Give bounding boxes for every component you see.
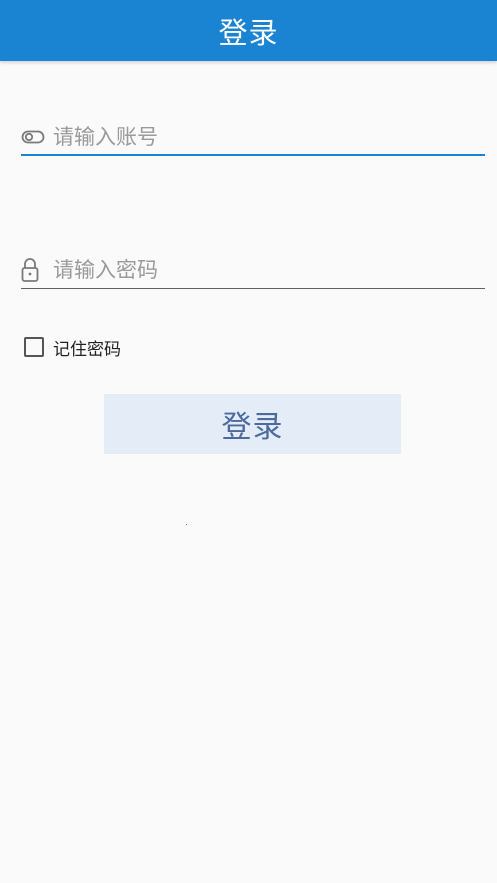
app-bar: 登录 [0,0,497,61]
password-field[interactable] [21,252,485,289]
toggle-icon [21,122,47,152]
password-input[interactable] [53,254,473,286]
login-button[interactable]: 登录 [104,394,401,454]
remember-password-label: 记住密码 [53,339,121,360]
stray-dot [186,524,187,525]
remember-password[interactable]: 记住密码 [24,336,121,360]
account-input[interactable] [53,121,473,153]
page-title: 登录 [218,15,279,50]
lock-icon [21,255,47,285]
login-button-label: 登录 [221,411,284,444]
account-field[interactable] [21,120,485,156]
remember-password-checkbox[interactable] [24,337,44,357]
